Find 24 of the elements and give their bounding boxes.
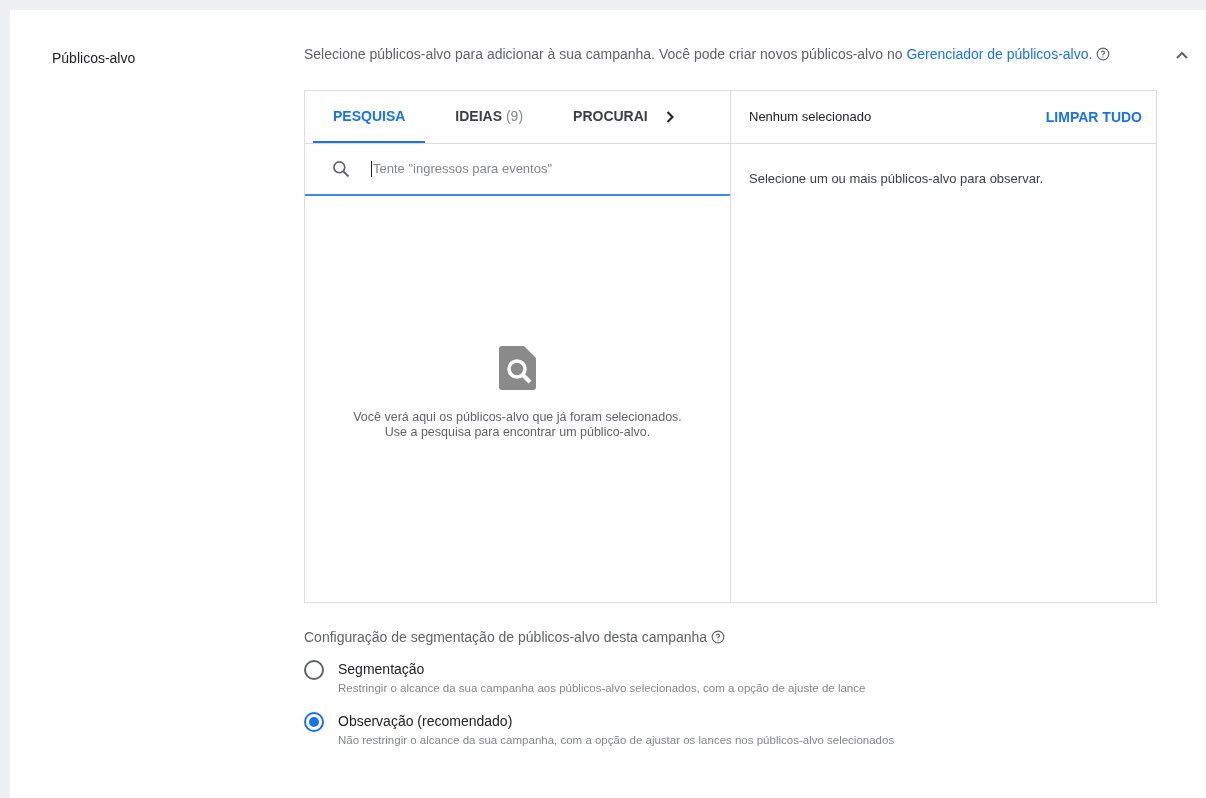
text-caret bbox=[371, 161, 372, 177]
document-search-icon bbox=[498, 346, 537, 390]
tab[interactable]: IDEIAS (9) bbox=[435, 91, 544, 143]
option-description: Restringir o alcance da sua campanha aos públicos-alvo selecionados, com a opção de ajuste de lance bbox=[338, 681, 866, 696]
option-label: Segmentação bbox=[338, 660, 426, 679]
section-label: Públicos-alvo bbox=[52, 50, 136, 66]
search-icon bbox=[331, 159, 351, 179]
radio-button[interactable] bbox=[304, 712, 324, 733]
clear-all-button[interactable]: LIMPAR TUDO bbox=[1045, 106, 1142, 128]
radio-button[interactable] bbox=[304, 660, 324, 680]
option-label: Observação (recomendado) bbox=[338, 712, 514, 732]
empty-state-text: Use a pesquisa para encontrar um público-alvo. bbox=[384, 425, 651, 440]
selected-count: Nenhum selecionado bbox=[749, 108, 872, 127]
section-description: Selecione públicos-alvo para adicionar à sua campanha. Você pode criar novos públicos-alvo no Gerenciador de públicos-alvo. bbox=[304, 46, 1134, 63]
collapse-icon[interactable] bbox=[1174, 50, 1189, 60]
empty-state-text: Você verá aqui os públicos-alvo que já foram selecionados. bbox=[353, 410, 682, 425]
help-icon[interactable] bbox=[1096, 47, 1111, 61]
tab[interactable]: PROCURAI bbox=[553, 91, 668, 143]
selected-hint: Selecione um ou mais públicos-alvo para observar. bbox=[749, 171, 1044, 186]
tab[interactable]: PESQUISA bbox=[313, 91, 426, 143]
help-icon[interactable] bbox=[711, 630, 726, 644]
search-input[interactable]: Tente "ingressos para eventos" bbox=[373, 159, 730, 179]
targeting-title: Configuração de segmentação de públicos-alvo desta campanha bbox=[304, 629, 708, 645]
option-description: Não restringir o alcance da sua campanha, com a opção de ajustar os lances nos públicos-alvo selecionados bbox=[338, 733, 895, 749]
